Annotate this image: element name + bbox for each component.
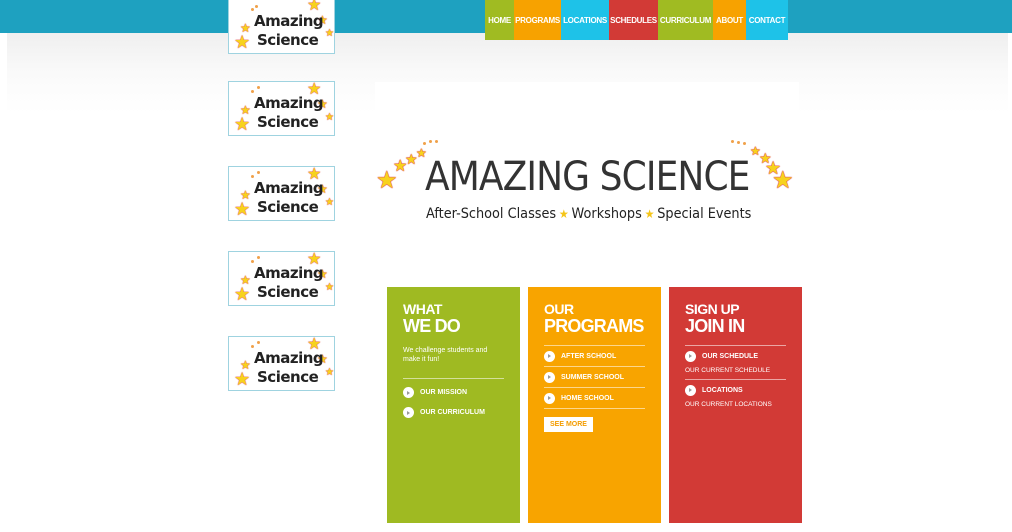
dot-decoration (255, 5, 258, 8)
play-circle-icon (544, 350, 555, 362)
header-logo[interactable]: ★ ★ ★ ★ ★ Amazing Science (228, 0, 335, 54)
panel-heading-small: OUR (544, 301, 574, 317)
panel-heading-small: WHAT (403, 301, 442, 317)
link-label: OUR MISSION (420, 389, 468, 396)
link-label: LOCATIONS (702, 386, 743, 394)
panel-heading-large: WE DO (403, 316, 461, 336)
divider (403, 378, 504, 379)
star-icon: ★ (234, 199, 251, 219)
nav-about[interactable]: ABOUT (713, 0, 746, 40)
link-label: OUR SCHEDULE (702, 352, 759, 360)
dot-decoration (251, 175, 254, 178)
dot-decoration (251, 260, 254, 263)
star-icon: ★ (234, 284, 251, 304)
link-label: OUR CURRICULUM (420, 409, 485, 416)
play-circle-icon (403, 387, 414, 398)
nav-curriculum[interactable]: CURRICULUM (658, 0, 713, 40)
nav-contact[interactable]: CONTACT (746, 0, 788, 40)
logo-text-science: Science (257, 31, 319, 49)
play-circle-icon (403, 407, 414, 418)
link-label: HOME SCHOOL (561, 394, 614, 402)
star-icon: ★ (234, 114, 251, 134)
logo-text-science: Science (257, 368, 319, 386)
dot-decoration (743, 142, 746, 145)
link-our-mission[interactable]: OUR MISSION (403, 383, 504, 402)
dot-decoration (257, 256, 260, 259)
star-icon: ★ (325, 282, 334, 293)
panel-sign-up: SIGN UP JOIN IN OUR SCHEDULE OUR CURRENT… (669, 287, 802, 523)
hero-banner: ★ ★ ★ ★ ★ ★ ★ ★ AMAZING SCIENCE After-Sc… (375, 82, 799, 254)
star-icon: ★ (234, 369, 251, 389)
star-icon: ★ (644, 207, 655, 221)
dot-decoration (251, 345, 254, 348)
star-icon: ★ (558, 207, 569, 221)
star-icon: ★ (376, 167, 398, 194)
nav-schedules[interactable]: SCHEDULES (609, 0, 658, 40)
star-icon: ★ (325, 197, 334, 208)
dot-decoration (257, 86, 260, 89)
link-our-curriculum[interactable]: OUR CURRICULUM (403, 403, 504, 422)
logo-text-amazing: Amazing (254, 349, 324, 367)
star-icon: ★ (325, 28, 334, 39)
logo-text-amazing: Amazing (254, 179, 324, 197)
link-after-school[interactable]: AFTER SCHOOL (544, 346, 645, 366)
dot-decoration (731, 140, 734, 143)
play-circle-icon (685, 384, 696, 396)
link-locations[interactable]: LOCATIONS (685, 382, 786, 398)
main-nav: HOME PROGRAMS LOCATIONS SCHEDULES CURRIC… (485, 0, 788, 40)
sidebar-logo[interactable]: ★ ★ ★ ★ ★ Amazing Science (228, 81, 335, 136)
logo-text-science: Science (257, 198, 319, 216)
banner-sub-workshops: Workshops (571, 206, 642, 222)
star-icon: ★ (325, 112, 334, 123)
banner-title: AMAZING SCIENCE (425, 154, 750, 200)
link-subtext: OUR CURRENT SCHEDULE (685, 367, 771, 374)
dot-decoration (257, 341, 260, 344)
panel-our-programs: OUR PROGRAMS AFTER SCHOOL SUMMER SCHOOL … (528, 287, 661, 523)
divider (685, 379, 786, 380)
banner-subtitle: After-School Classes ★ Workshops ★ Special E… (426, 206, 751, 222)
dot-decoration (251, 8, 254, 11)
link-subtext: OUR CURRENT LOCATIONS (685, 401, 772, 408)
link-label: SUMMER SCHOOL (561, 373, 624, 381)
dot-decoration (435, 140, 438, 143)
dot-decoration (737, 141, 740, 144)
link-home-school[interactable]: HOME SCHOOL (544, 388, 645, 408)
panel-heading-small: SIGN UP (685, 301, 740, 317)
link-our-schedule[interactable]: OUR SCHEDULE (685, 348, 786, 364)
star-icon: ★ (325, 367, 334, 378)
see-more-button[interactable]: SEE MORE (544, 417, 593, 432)
divider (544, 408, 645, 409)
logo-text-amazing: Amazing (254, 12, 324, 30)
link-summer-school[interactable]: SUMMER SCHOOL (544, 367, 645, 387)
logo-text-science: Science (257, 283, 319, 301)
play-circle-icon (685, 350, 696, 362)
sidebar-logo[interactable]: ★ ★ ★ ★ ★ Amazing Science (228, 166, 335, 221)
panel-heading-large: PROGRAMS (544, 316, 644, 336)
banner-sub-classes: After-School Classes (426, 206, 557, 222)
play-circle-icon (544, 371, 555, 383)
banner-sub-events: Special Events (657, 206, 752, 222)
dot-decoration (429, 140, 432, 143)
nav-locations[interactable]: LOCATIONS (561, 0, 609, 40)
dot-decoration (257, 171, 260, 174)
logo-text-amazing: Amazing (254, 264, 324, 282)
logo-text-amazing: Amazing (254, 94, 324, 112)
sidebar-logo[interactable]: ★ ★ ★ ★ ★ Amazing Science (228, 336, 335, 391)
play-circle-icon (544, 392, 555, 404)
divider (685, 345, 786, 346)
logo-text-science: Science (257, 113, 319, 131)
panel-what-we-do: WHAT WE DO We challenge students and mak… (387, 287, 520, 523)
link-label: AFTER SCHOOL (561, 352, 617, 360)
star-icon: ★ (234, 32, 251, 52)
panel-text: We challenge students and make it fun! (403, 347, 488, 363)
star-icon: ★ (772, 167, 794, 194)
sidebar-logo[interactable]: ★ ★ ★ ★ ★ Amazing Science (228, 251, 335, 306)
nav-programs[interactable]: PROGRAMS (514, 0, 561, 40)
nav-home[interactable]: HOME (485, 0, 514, 40)
dot-decoration (251, 90, 254, 93)
panel-heading-large: JOIN IN (685, 316, 745, 336)
